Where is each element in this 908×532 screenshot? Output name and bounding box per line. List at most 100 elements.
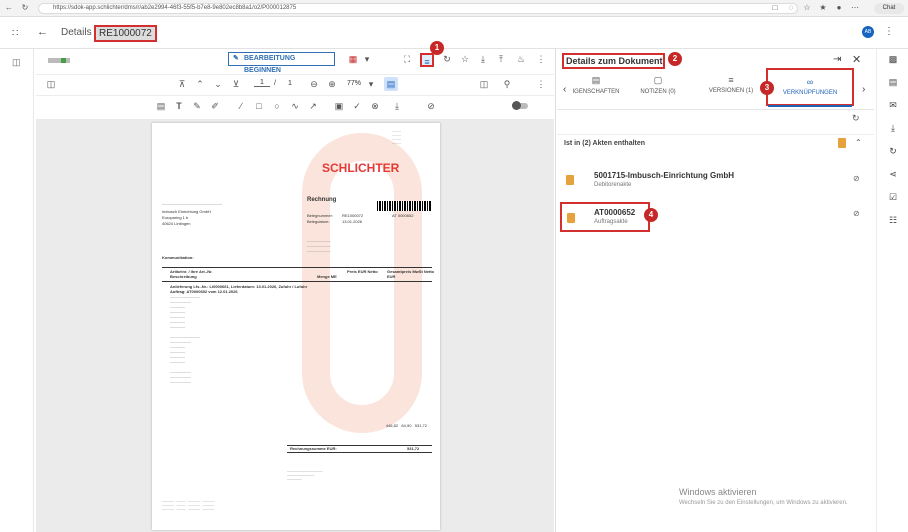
star-icon[interactable]: ☆ <box>458 52 472 66</box>
avatar[interactable]: AB <box>862 26 874 38</box>
stamp-icon[interactable]: ▣ <box>332 99 346 113</box>
mwst: 84,90 <box>401 423 412 428</box>
clipboard-icon[interactable]: ☷ <box>886 215 900 226</box>
check-icon[interactable]: ✓ <box>350 99 364 113</box>
panel-title: Details zum Dokument <box>562 53 665 69</box>
refresh-links-icon[interactable]: ↻ <box>852 113 860 124</box>
import-icon[interactable]: ⤓ <box>886 123 900 134</box>
tab-verknuepfungen[interactable]: ∞ VERKNÜPFUNGEN <box>766 68 854 106</box>
totals-block: 446,82 84,90 531,72 <box>287 423 427 429</box>
recipient-line-3: 40624 Lintingen <box>162 221 191 226</box>
list-item[interactable]: AT0000652 Auftragsakte <box>560 202 650 232</box>
download-icon[interactable]: ⤓ <box>476 52 490 66</box>
viewer-more-icon[interactable]: ⋮ <box>534 77 548 91</box>
edit-button[interactable]: ✎ BEARBEITUNG BEGINNEN <box>228 52 335 74</box>
first-page-icon[interactable]: ⊼ <box>175 77 189 91</box>
next-page-icon[interactable]: ⌄ <box>211 77 225 91</box>
chat-button[interactable]: Chat <box>874 3 904 14</box>
col-gesamt: Gesamtpreis MwSt Netto EUR <box>387 269 435 279</box>
rectangle-icon[interactable]: □ <box>252 99 266 113</box>
polyline-icon[interactable]: ∿ <box>288 99 302 113</box>
unlink-icon[interactable]: ⊘ <box>853 209 860 218</box>
profile-icon[interactable]: ● <box>834 3 844 13</box>
search-icon[interactable]: ⚲ <box>500 77 514 91</box>
line-icon[interactable]: ∕ <box>234 99 248 113</box>
tab-eigenschaften[interactable]: ▤ IGENSCHAFTEN <box>572 75 620 109</box>
comments-icon[interactable]: ▤ <box>384 77 398 91</box>
more-vert-icon[interactable]: ⋮ <box>534 52 548 66</box>
versions-icon: ≡ <box>728 75 734 85</box>
fullscreen-icon[interactable]: ⛶ <box>400 52 414 66</box>
item-subtitle: Debitorenakte <box>594 182 632 188</box>
divider <box>557 109 874 110</box>
arrow-icon[interactable]: ↗ <box>306 99 320 113</box>
apps-grid-icon[interactable]: ∷ <box>12 28 18 39</box>
split-view-icon[interactable]: ◫ <box>477 77 491 91</box>
tabs-prev-icon[interactable]: ‹ <box>563 84 566 95</box>
note-icon[interactable]: ▤ <box>154 99 168 113</box>
last-page-icon[interactable]: ⊻ <box>229 77 243 91</box>
item-lines: —————————— ——————— ————— ————— ————— ————— ———… <box>170 295 200 384</box>
unlink-icon[interactable]: ⊘ <box>853 174 860 183</box>
badge-4: 4 <box>644 208 658 222</box>
reader-icon[interactable]: ◌ <box>786 3 796 13</box>
pencil-icon: ✎ <box>233 55 239 62</box>
prev-page-icon[interactable]: ⌃ <box>193 77 207 91</box>
invoice-page: SCHLICHTER ——— ——— ——— ——— ——————————————— … <box>152 123 440 530</box>
total-label: Rechnungssumme EUR: <box>290 446 337 451</box>
zoom-level[interactable]: 77% <box>347 80 361 87</box>
file-icon <box>838 138 846 148</box>
page-title: Details <box>61 27 92 38</box>
pdf-dropdown-icon[interactable]: ▾ <box>360 52 374 66</box>
reload-icon[interactable]: ↻ <box>20 3 30 13</box>
tab-action-icon[interactable]: □ <box>770 3 780 13</box>
tab-versionen[interactable]: ≡ VERSIONEN (1) <box>700 75 762 109</box>
open-external-icon[interactable]: ⇥ <box>833 54 841 65</box>
details-panel-icon[interactable]: ≡ <box>420 53 434 67</box>
close-icon[interactable]: ✕ <box>852 53 861 66</box>
bell-icon[interactable]: ♨ <box>514 52 528 66</box>
collapse-icon[interactable]: ⌃ <box>855 138 862 147</box>
cancel-icon[interactable]: ⊗ <box>368 99 382 113</box>
favorite-icon[interactable]: ☆ <box>802 3 812 13</box>
star-icon[interactable]: ★ <box>818 3 828 13</box>
refresh-icon[interactable]: ↻ <box>440 52 454 66</box>
active-tab-indicator <box>768 105 852 107</box>
document-icon[interactable]: ▤ <box>886 77 900 88</box>
share-icon[interactable]: ⋖ <box>886 169 900 180</box>
zoom-in-icon[interactable]: ⊕ <box>325 77 339 91</box>
circle-icon[interactable]: ○ <box>270 99 284 113</box>
hide-annotations-icon[interactable]: ⊘ <box>424 99 438 113</box>
properties-icon: ▤ <box>591 75 601 85</box>
sidebar-toggle-icon[interactable]: ◫ <box>12 57 21 68</box>
task-icon[interactable]: ☑ <box>886 192 900 203</box>
notes-icon: ▢ <box>653 75 663 85</box>
address-bar[interactable]: https://sdok-app.schlichter/dms/r/ab2e29… <box>38 3 798 14</box>
chat-icon[interactable]: ✉ <box>886 100 900 111</box>
recipient-line-1: Imbusch Einrichtung GmbH <box>162 209 211 214</box>
page-input[interactable]: 1 <box>254 79 270 87</box>
tab-notizen[interactable]: ▢ NOTIZEN (0) <box>630 75 686 109</box>
tabs-next-icon[interactable]: › <box>862 84 865 95</box>
more-icon[interactable]: ⋯ <box>850 3 860 13</box>
text-icon[interactable]: T <box>172 99 186 113</box>
zoom-dropdown-icon[interactable]: ▾ <box>364 77 378 91</box>
signature-icon[interactable]: ⤓ <box>390 99 404 113</box>
list-item[interactable]: 5001715-Imbusch-Einrichtung GmbH Debitor… <box>557 166 874 194</box>
col-menge: Menge ME <box>317 274 337 279</box>
highlighter-icon[interactable]: ✎ <box>190 99 204 113</box>
item-title: AT0000652 <box>594 208 636 217</box>
books-icon[interactable]: ▩ <box>886 54 900 65</box>
pen-icon[interactable]: ✐ <box>208 99 222 113</box>
col-desc: Beschreibung <box>170 274 197 279</box>
pdf-icon[interactable]: ▦ <box>346 52 360 66</box>
upload-icon[interactable]: ⤒ <box>494 52 508 66</box>
zoom-out-icon[interactable]: ⊖ <box>307 77 321 91</box>
sidebar-icon[interactable]: ◫ <box>44 77 58 91</box>
app-menu-icon[interactable]: ⋮ <box>884 26 894 37</box>
back-arrow-icon[interactable]: ← <box>37 26 48 38</box>
divider <box>557 134 874 135</box>
sync-icon[interactable]: ↻ <box>886 146 900 157</box>
back-icon[interactable]: ← <box>4 3 14 13</box>
url-text: https://sdok-app.schlichter/dms/r/ab2e29… <box>53 5 297 11</box>
